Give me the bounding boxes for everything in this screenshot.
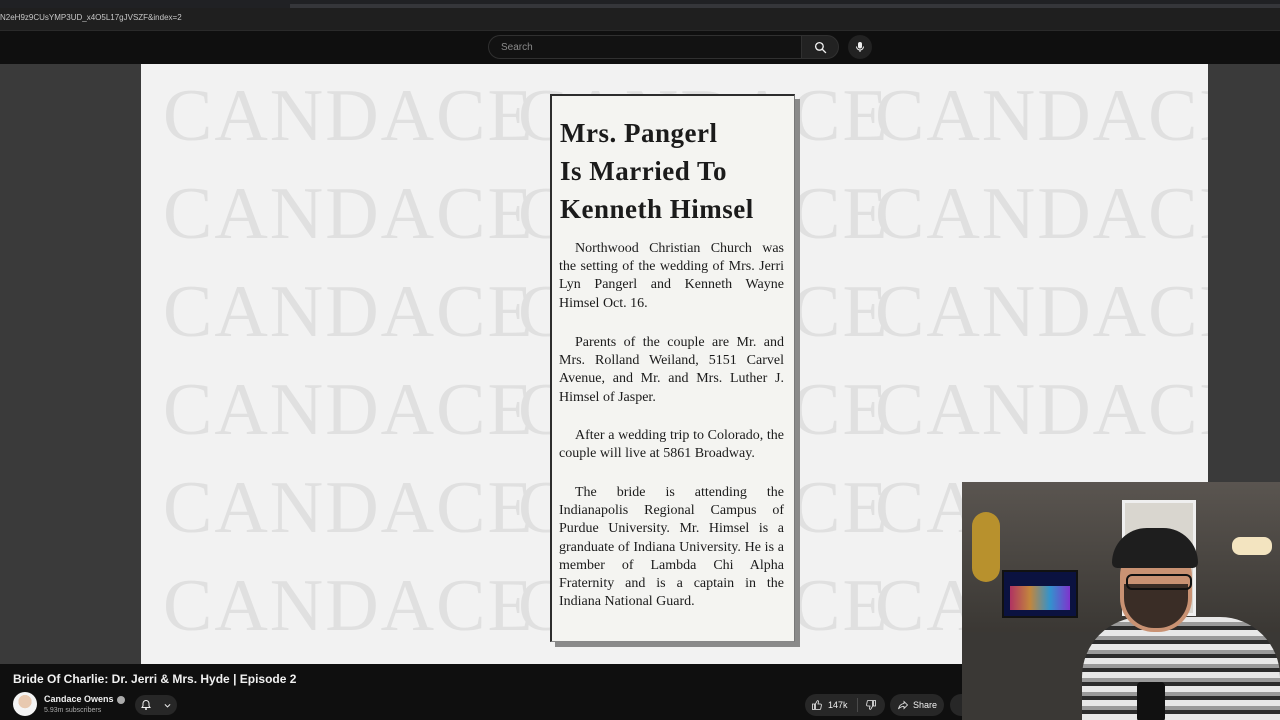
channel-name[interactable]: Candace Owens: [44, 694, 114, 704]
url-text: N2eH9z9CUsYMP3UD_x4O5L17gJVSZF&index=2: [0, 13, 182, 22]
site-header: [0, 31, 1280, 64]
address-bar[interactable]: N2eH9z9CUsYMP3UD_x4O5L17gJVSZF&index=2: [0, 8, 1280, 31]
watermark-text: CANDACE: [163, 467, 535, 549]
verified-icon: [116, 695, 125, 704]
share-button[interactable]: Share: [890, 694, 944, 716]
notification-button[interactable]: [135, 695, 177, 715]
webcam-presenter: [1082, 522, 1280, 720]
share-label: Share: [912, 700, 938, 710]
presenter-glasses: [1126, 574, 1192, 590]
webcam-overlay: [962, 482, 1280, 720]
bell-icon: [141, 699, 152, 710]
watermark-text: CANDACE: [163, 369, 535, 451]
browser-tab-strip: [0, 0, 1280, 8]
chevron-down-icon: [164, 703, 171, 708]
presenter-phone: [1137, 682, 1165, 720]
like-dislike-group: 147k: [805, 694, 885, 716]
watermark-text: CANDACE: [163, 565, 535, 647]
webcam-balloon: [972, 512, 1000, 582]
microphone-icon: [856, 42, 864, 52]
subscriber-count: 5.93m subscribers: [44, 707, 102, 714]
watermark-text: CANDACE: [163, 173, 535, 255]
headline-line-2: Is Married To: [560, 156, 728, 186]
thumbs-up-icon: [812, 700, 822, 710]
watermark-text: CANDACE: [875, 271, 1208, 353]
watermark-text: CANDACE: [163, 271, 535, 353]
like-count: 147k: [828, 700, 848, 710]
headline-line-1: Mrs. Pangerl: [560, 118, 718, 148]
voice-search-button[interactable]: [848, 35, 872, 59]
search-icon: [814, 41, 826, 53]
video-metadata: Bride Of Charlie: Dr. Jerri & Mrs. Hyde …: [0, 664, 964, 720]
channel-avatar[interactable]: [13, 692, 37, 716]
search-button[interactable]: [801, 35, 839, 59]
search-box[interactable]: [488, 35, 801, 59]
watermark-text: CANDACE: [875, 75, 1208, 157]
share-icon: [898, 700, 909, 710]
like-button[interactable]: 147k: [811, 696, 848, 714]
presenter-shirt: [1082, 617, 1280, 720]
clipping-paragraph-4: The bride is attending the Indianapolis …: [559, 485, 784, 610]
watermark-text: CANDACE: [875, 173, 1208, 255]
thumbs-down-icon: [866, 700, 876, 710]
search-input[interactable]: [499, 41, 793, 54]
clipping-headline: Mrs. Pangerl Is Married To Kenneth Himse…: [560, 114, 754, 228]
channel-name-row[interactable]: Candace Owens: [44, 694, 125, 704]
dislike-button[interactable]: [863, 697, 879, 713]
presenter-cap: [1112, 528, 1198, 568]
clipping-paragraph-3: After a wedding trip to Colorado, the co…: [559, 428, 784, 462]
like-divider: [857, 698, 858, 712]
headline-line-3: Kenneth Himsel: [560, 194, 754, 224]
watermark-text: CANDACE: [875, 369, 1208, 451]
clipping-paragraph-2: Parents of the couple are Mr. and Mrs. R…: [559, 335, 784, 405]
newspaper-clipping: Mrs. Pangerl Is Married To Kenneth Himse…: [550, 94, 795, 642]
video-title: Bride Of Charlie: Dr. Jerri & Mrs. Hyde …: [13, 672, 297, 686]
watermark-text: CANDACE: [163, 75, 535, 157]
clipping-paragraph-1: Northwood Christian Church was the setti…: [559, 241, 784, 311]
webcam-tv: [1002, 570, 1078, 618]
